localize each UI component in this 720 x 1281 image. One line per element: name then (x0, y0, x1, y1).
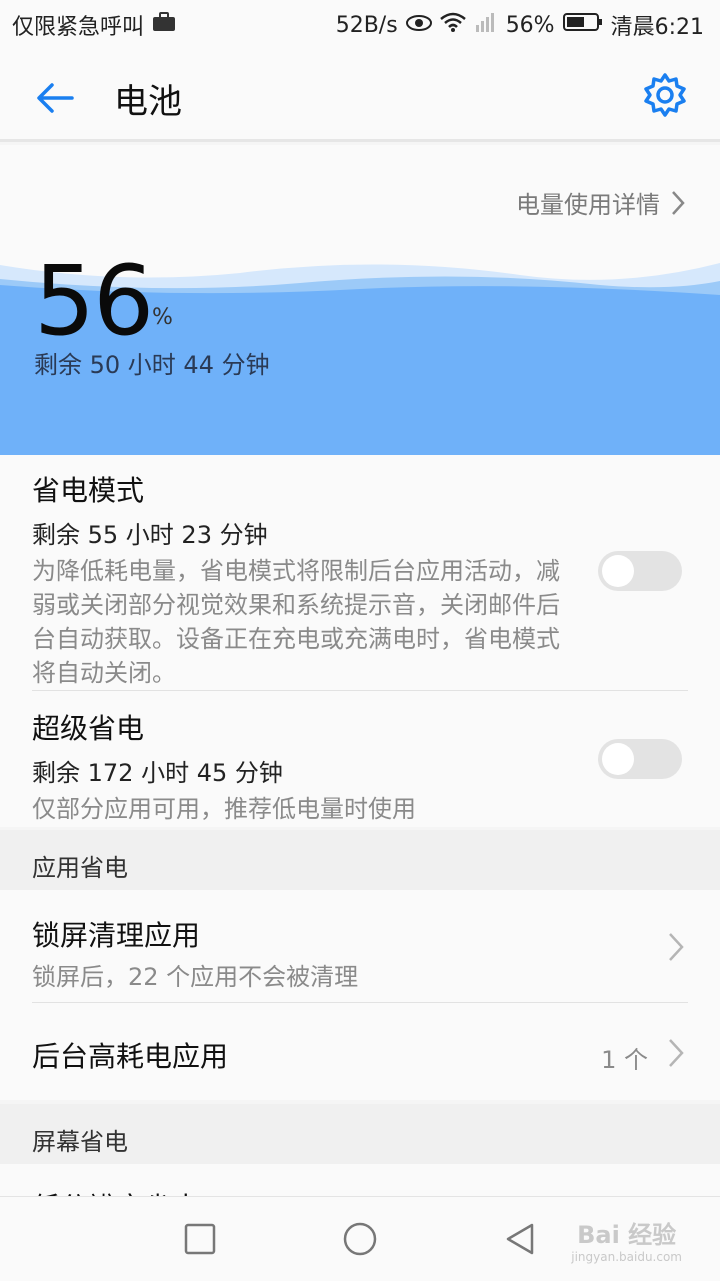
toggle-knob (602, 743, 634, 775)
section-title: 应用省电 (32, 854, 128, 882)
watermark-logo: Bai 经验 (577, 1221, 677, 1249)
status-bar: 仅限紧急呼叫 52B/s 56% 清晨6:21 (0, 0, 720, 50)
power-saving-row[interactable]: 省电模式 剩余 55 小时 23 分钟 为降低耗电量，省电模式将限制后台应用活动… (32, 469, 688, 690)
power-saving-description: 为降低耗电量，省电模式将限制后台应用活动，减弱或关闭部分视觉效果和系统提示音，关… (32, 557, 560, 687)
page-title: 电池 (114, 82, 182, 122)
power-saving-title: 省电模式 (32, 474, 145, 507)
chevron-right-icon (669, 933, 684, 961)
power-saving-remaining: 剩余 55 小时 23 分钟 (32, 521, 268, 549)
network-speed: 52B/s (335, 12, 398, 38)
usage-details-label: 电量使用详情 (516, 191, 660, 219)
back-triangle-icon[interactable] (502, 1221, 538, 1257)
app-saving-card: 锁屏清理应用 锁屏后，22 个应用不会被清理 后台高耗电应用 1 个 (0, 890, 720, 1100)
power-saving-toggle[interactable] (598, 551, 682, 591)
lock-screen-cleanup-title: 锁屏清理应用 (32, 919, 201, 952)
ultra-saving-remaining: 剩余 172 小时 45 分钟 (32, 759, 283, 787)
ultra-saving-description: 仅部分应用可用，推荐低电量时使用 (32, 795, 416, 823)
ultra-saving-title: 超级省电 (32, 712, 145, 745)
navigation-bar: Bai 经验 jingyan.baidu.com (0, 1196, 720, 1281)
gear-icon[interactable] (642, 72, 688, 118)
briefcase-icon (152, 12, 176, 38)
carrier-status: 仅限紧急呼叫 (12, 15, 145, 40)
ultra-saving-toggle[interactable] (598, 739, 682, 779)
ultra-saving-row[interactable]: 超级省电 剩余 172 小时 45 分钟 仅部分应用可用，推荐低电量时使用 (32, 707, 688, 826)
battery-level: 56 (34, 245, 154, 357)
usage-details-link[interactable]: 电量使用详情 (516, 185, 686, 220)
background-high-power-row[interactable]: 后台高耗电应用 (32, 1035, 688, 1075)
wifi-icon (439, 11, 466, 39)
battery-icon (562, 12, 603, 38)
section-header-screen-saving: 屏幕省电 (0, 1104, 720, 1164)
background-high-power-count: 1 个 (601, 1046, 648, 1074)
background-high-power-title: 后台高耗电应用 (32, 1040, 229, 1073)
divider (32, 1002, 688, 1003)
recents-square-icon[interactable] (182, 1221, 218, 1257)
section-header-app-saving: 应用省电 (0, 830, 720, 890)
app-bar: 电池 (0, 50, 720, 142)
back-arrow-icon[interactable] (32, 74, 80, 122)
battery-unit: % (152, 305, 173, 330)
watermark: Bai 经验 jingyan.baidu.com (571, 1215, 682, 1264)
signal-icon (474, 11, 498, 39)
power-modes-card: 省电模式 剩余 55 小时 23 分钟 为降低耗电量，省电模式将限制后台应用活动… (0, 455, 720, 827)
watermark-url: jingyan.baidu.com (571, 1250, 682, 1264)
toggle-knob (602, 555, 634, 587)
clock: 清晨6:21 (610, 15, 704, 40)
battery-percent: 56% (505, 12, 555, 38)
battery-hero: 电量使用详情 56 % 剩余 50 小时 44 分钟 (0, 145, 720, 455)
battery-remaining: 剩余 50 小时 44 分钟 (34, 351, 270, 379)
chevron-right-icon (672, 190, 685, 215)
section-title: 屏幕省电 (32, 1128, 128, 1156)
lock-screen-cleanup-row[interactable]: 锁屏清理应用 锁屏后，22 个应用不会被清理 (32, 914, 688, 994)
eye-icon (405, 13, 432, 38)
divider (32, 690, 688, 691)
chevron-right-icon (669, 1039, 684, 1067)
home-circle-icon[interactable] (342, 1221, 378, 1257)
lock-screen-cleanup-subtitle: 锁屏后，22 个应用不会被清理 (32, 963, 359, 991)
